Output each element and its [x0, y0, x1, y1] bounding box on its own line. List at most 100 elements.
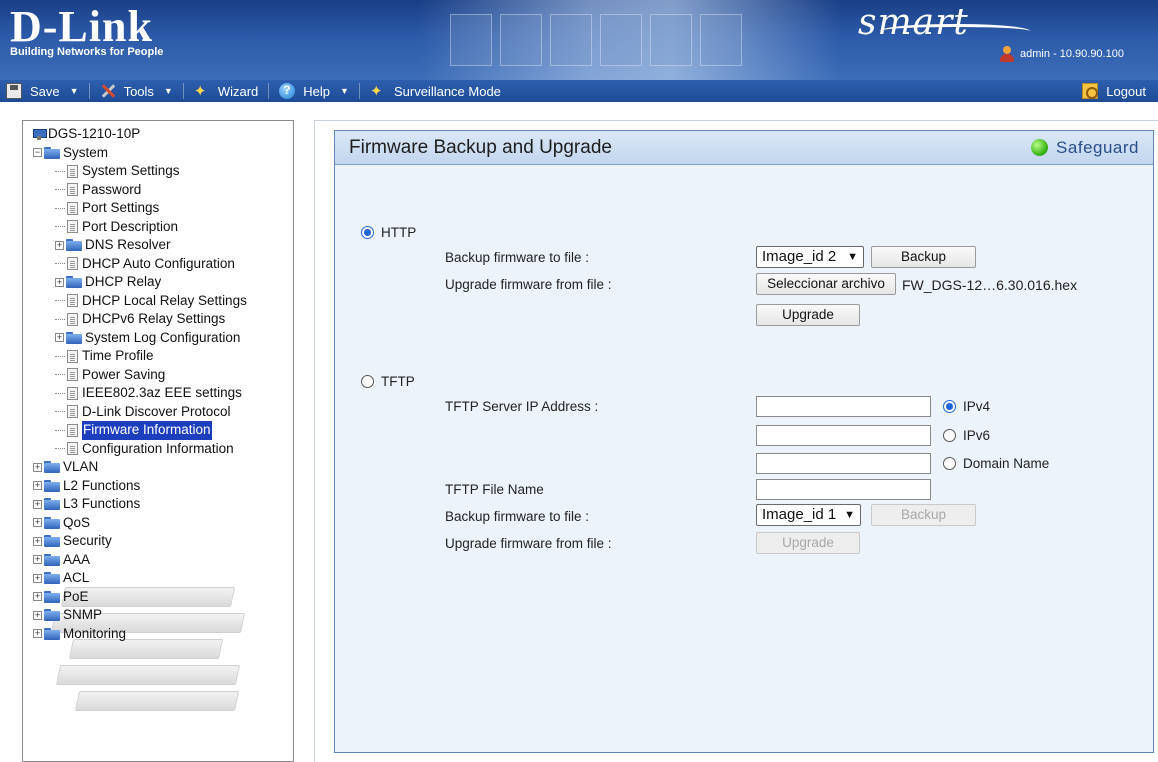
tree-folder-qos[interactable]: + QoS [33, 514, 247, 533]
folder-icon [44, 461, 60, 474]
page-icon [67, 349, 78, 363]
expand-icon[interactable]: + [33, 536, 42, 546]
chevron-down-icon: ▼ [163, 86, 173, 96]
tree-item-dhcp-local-relay-settings[interactable]: DHCP Local Relay Settings [33, 292, 247, 311]
save-icon [6, 83, 22, 99]
tree-item-firmware-information[interactable]: Firmware Information [33, 421, 247, 440]
tftp-upgrade-button[interactable]: Upgrade [756, 532, 860, 554]
tree-folder-label: L2 Functions [63, 477, 141, 493]
tree-folder-poe[interactable]: + PoE [33, 588, 247, 607]
expand-icon[interactable]: + [33, 629, 42, 639]
tftp-radio[interactable] [361, 375, 374, 388]
menu-logout[interactable]: Logout [1072, 80, 1158, 102]
tree-folder-label: AAA [63, 551, 91, 567]
page-icon [67, 257, 78, 271]
ipv6-option[interactable]: IPv6 [943, 428, 990, 443]
chosen-file-name: FW_DGS-12…6.30.016.hex [902, 277, 1078, 293]
tree-folder-acl[interactable]: + ACL [33, 569, 247, 588]
folder-icon [66, 276, 82, 289]
tree-item-dlink-discover-protocol[interactable]: D-Link Discover Protocol [33, 403, 247, 422]
ipv4-radio[interactable] [943, 400, 956, 413]
expand-icon[interactable]: + [33, 462, 42, 472]
tftp-backup-image-select[interactable]: Image_id 1 ▼ [756, 504, 861, 526]
navigation-tree: DGS-1210-10P − System System Settings Pa… [33, 125, 247, 643]
tftp-option[interactable]: TFTP [361, 374, 415, 389]
wizard-icon [194, 82, 210, 100]
domain-name-label: Domain Name [963, 456, 1050, 471]
expand-icon[interactable]: + [55, 333, 64, 343]
ipv6-radio[interactable] [943, 429, 956, 442]
expand-icon[interactable]: + [33, 592, 42, 602]
http-option[interactable]: HTTP [361, 225, 416, 240]
tftp-file-name-input[interactable] [756, 479, 931, 500]
tree-item-power-saving[interactable]: Power Saving [33, 366, 247, 385]
tree-item-time-profile[interactable]: Time Profile [33, 347, 247, 366]
tree-connector [55, 207, 65, 209]
expand-icon[interactable]: + [33, 610, 42, 620]
expand-icon[interactable]: + [33, 518, 42, 528]
folder-icon [44, 609, 60, 622]
tree-item-configuration-information[interactable]: Configuration Information [33, 440, 247, 459]
http-upgrade-button[interactable]: Upgrade [756, 304, 860, 326]
expand-icon[interactable]: + [33, 573, 42, 583]
http-backup-button[interactable]: Backup [871, 246, 976, 268]
tree-item-label: D-Link Discover Protocol [82, 403, 231, 419]
menu-surveillance-mode[interactable]: Surveillance Mode [360, 80, 511, 102]
tree-root-device[interactable]: DGS-1210-10P [33, 125, 247, 144]
tree-item-dhcp-auto-configuration[interactable]: DHCP Auto Configuration [33, 255, 247, 274]
folder-icon [44, 627, 60, 640]
expand-icon[interactable]: + [55, 277, 64, 287]
page-icon [67, 423, 78, 437]
collapse-icon[interactable]: − [33, 148, 42, 158]
switch-device-icon [33, 128, 47, 141]
domain-name-option[interactable]: Domain Name [943, 456, 1049, 471]
http-radio[interactable] [361, 226, 374, 239]
expand-icon[interactable]: + [55, 240, 64, 250]
tree-item-dhcpv6-relay-settings[interactable]: DHCPv6 Relay Settings [33, 310, 247, 329]
tree-folder-dhcp-relay[interactable]: + DHCP Relay [33, 273, 247, 292]
tree-item-eee-settings[interactable]: IEEE802.3az EEE settings [33, 384, 247, 403]
tree-item-port-description[interactable]: Port Description [33, 218, 247, 237]
menu-tools-label: Tools [123, 83, 154, 99]
expand-icon[interactable]: + [33, 555, 42, 565]
tree-item-port-settings[interactable]: Port Settings [33, 199, 247, 218]
tree-folder-system-log-configuration[interactable]: + System Log Configuration [33, 329, 247, 348]
tftp-backup-label: Backup firmware to file : [445, 509, 590, 524]
page-icon [67, 294, 78, 308]
tree-folder-l3-functions[interactable]: + L3 Functions [33, 495, 247, 514]
menu-wizard[interactable]: Wizard [184, 80, 268, 102]
tree-folder-l2-functions[interactable]: + L2 Functions [33, 477, 247, 496]
tree-item-label: DHCPv6 Relay Settings [82, 311, 226, 326]
tftp-ipv4-input[interactable] [756, 396, 931, 417]
tools-icon [100, 83, 116, 99]
tree-folder-snmp[interactable]: + SNMP [33, 606, 247, 625]
tree-item-password[interactable]: Password [33, 181, 247, 200]
menu-save[interactable]: Save ▼ [0, 80, 89, 102]
ipv4-option[interactable]: IPv4 [943, 399, 990, 414]
menu-tools[interactable]: Tools ▼ [90, 80, 183, 102]
tree-folder-system[interactable]: − System [33, 144, 247, 163]
tree-item-label: System Settings [82, 163, 180, 178]
tree-folder-dns-resolver[interactable]: + DNS Resolver [33, 236, 247, 255]
tree-connector [55, 189, 65, 191]
tree-folder-vlan[interactable]: + VLAN [33, 458, 247, 477]
tree-folder-security[interactable]: + Security [33, 532, 247, 551]
menu-help[interactable]: Help ▼ [269, 80, 359, 102]
tftp-backup-button[interactable]: Backup [871, 504, 976, 526]
tree-folder-aaa[interactable]: + AAA [33, 551, 247, 570]
domain-name-radio[interactable] [943, 457, 956, 470]
tftp-ipv6-input[interactable] [756, 425, 931, 446]
tree-folder-monitoring[interactable]: + Monitoring [33, 625, 247, 644]
tree-connector [55, 263, 65, 265]
expand-icon[interactable]: + [33, 481, 42, 491]
http-backup-image-select[interactable]: Image_id 2 ▼ [756, 246, 864, 268]
tree-item-system-settings[interactable]: System Settings [33, 162, 247, 181]
tree-folder-label: PoE [63, 588, 89, 604]
choose-file-button[interactable]: Seleccionar archivo [756, 273, 896, 295]
tree-folder-label: L3 Functions [63, 496, 141, 511]
tftp-upgrade-label: Upgrade firmware from file : [445, 536, 612, 551]
http-backup-label: Backup firmware to file : [445, 250, 590, 265]
expand-icon[interactable]: + [33, 499, 42, 509]
admin-info-text: admin - 10.90.90.100 [1020, 48, 1124, 60]
tftp-domain-input[interactable] [756, 453, 931, 474]
